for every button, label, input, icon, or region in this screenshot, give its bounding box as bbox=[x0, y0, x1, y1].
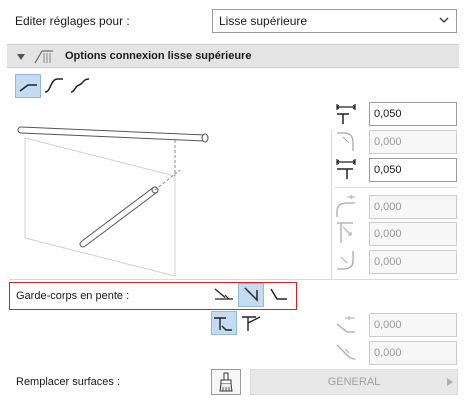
chevron-right-icon bbox=[447, 378, 453, 386]
slope-offset-field[interactable]: 0,000 bbox=[369, 313, 457, 337]
slope-connection-1-button[interactable] bbox=[211, 311, 237, 335]
brush-icon bbox=[212, 370, 240, 394]
straight-profile-button[interactable] bbox=[15, 74, 41, 98]
vertical-offset-field[interactable]: 0,050 bbox=[369, 158, 457, 182]
end-radius-field[interactable]: 0,000 bbox=[369, 250, 457, 274]
slope-connection-2-button[interactable] bbox=[238, 311, 264, 335]
slope-option-3-button[interactable] bbox=[265, 283, 291, 307]
section-title: Options connexion lisse supérieure bbox=[65, 50, 252, 62]
slope-radius-icon bbox=[333, 339, 359, 365]
replace-surfaces-label: Remplacer surfaces : bbox=[16, 376, 120, 388]
curved-profile-button[interactable] bbox=[42, 74, 68, 98]
gooseneck-offset-field[interactable]: 0,000 bbox=[369, 195, 457, 219]
edit-settings-dropdown[interactable]: Lisse supérieure bbox=[212, 9, 457, 33]
surface-material-button[interactable]: GENERAL bbox=[250, 369, 458, 395]
garde-corps-label: Garde-corps en pente : bbox=[16, 290, 130, 302]
slope-offset-icon bbox=[333, 312, 359, 338]
gooseneck-offset-icon bbox=[333, 193, 359, 219]
surface-material-label: GENERAL bbox=[327, 376, 381, 388]
bend-radius-field[interactable]: 0,000 bbox=[369, 130, 457, 154]
brush-button[interactable] bbox=[211, 369, 241, 395]
s-curve-profile-button[interactable] bbox=[68, 74, 94, 98]
slope-option-1-button[interactable] bbox=[211, 283, 237, 307]
corner-radius-field[interactable]: 0,000 bbox=[369, 222, 457, 246]
edit-settings-label: Editer réglages pour : bbox=[15, 14, 130, 28]
end-radius-icon bbox=[333, 247, 359, 273]
divider bbox=[331, 130, 332, 280]
railing-preview-image bbox=[15, 98, 315, 276]
divider bbox=[335, 187, 457, 188]
horizontal-offset-icon bbox=[333, 100, 359, 126]
slope-radius-field[interactable]: 0,000 bbox=[369, 341, 457, 365]
bend-radius-icon bbox=[333, 127, 359, 153]
dropdown-value: Lisse supérieure bbox=[219, 14, 308, 28]
collapse-triangle-icon[interactable] bbox=[17, 53, 25, 61]
chevron-down-icon bbox=[438, 14, 450, 26]
railing-connection-icon bbox=[33, 49, 55, 65]
section-header[interactable]: Options connexion lisse supérieure bbox=[7, 44, 459, 68]
vertical-offset-icon bbox=[333, 155, 359, 181]
divider bbox=[9, 279, 459, 280]
slope-option-2-button[interactable] bbox=[238, 283, 264, 307]
horizontal-offset-field[interactable]: 0,050 bbox=[369, 102, 457, 126]
corner-radius-icon bbox=[333, 219, 359, 245]
